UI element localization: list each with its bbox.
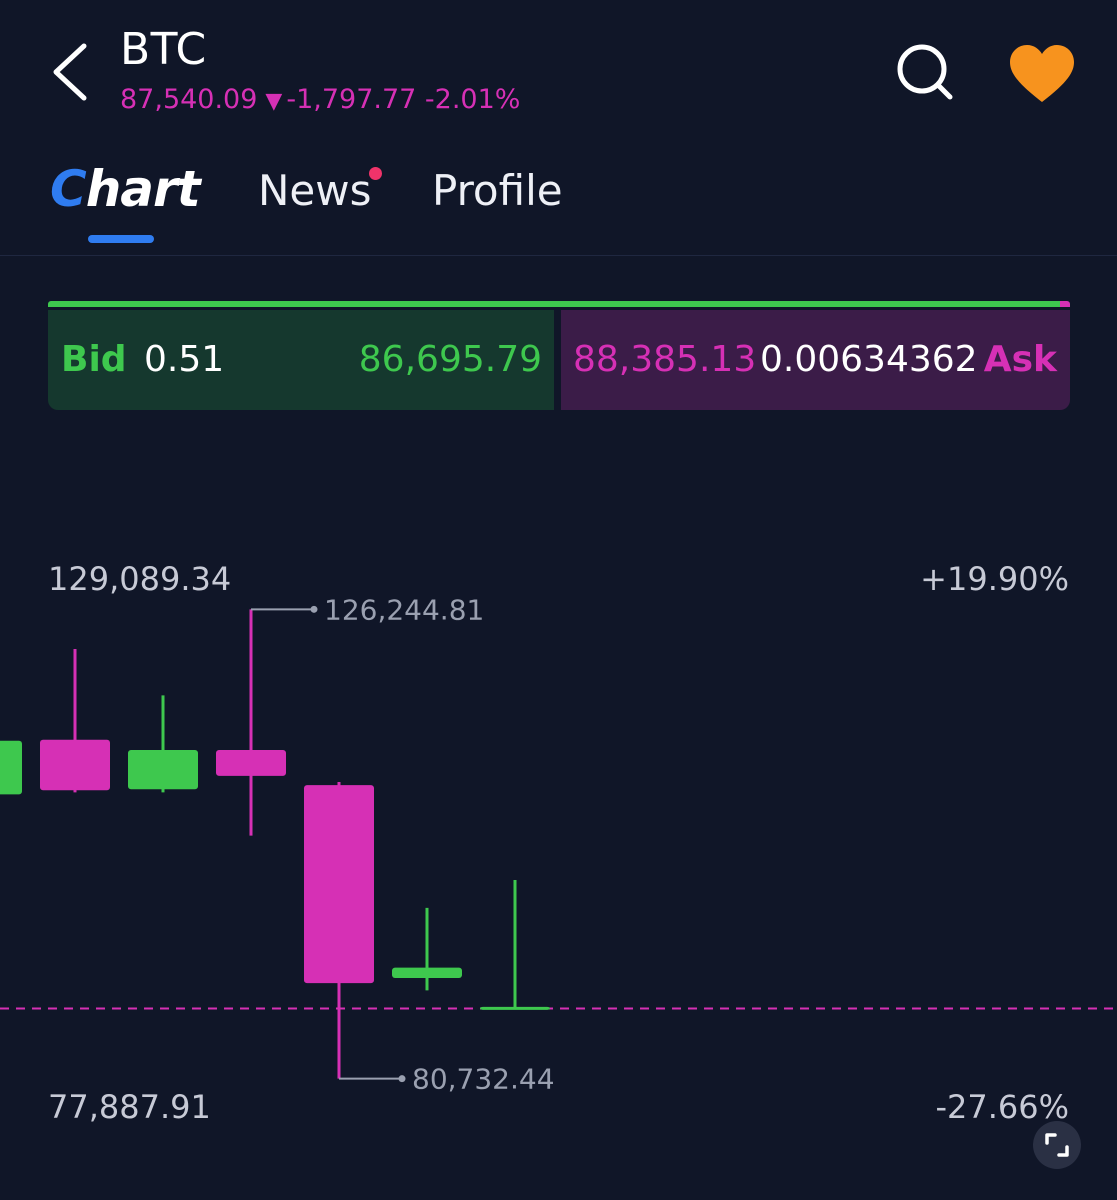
candle-body: [40, 739, 110, 791]
candle-body: [216, 750, 286, 776]
candle-body: [0, 740, 22, 795]
candle-body: [304, 785, 374, 984]
y-axis-max-label: 129,089.34: [48, 560, 232, 598]
high-marker-dot: [310, 605, 318, 613]
high-marker-label: 126,244.81: [324, 593, 484, 626]
candle-body: [480, 1006, 550, 1010]
fullscreen-icon: [1045, 1133, 1069, 1157]
fullscreen-button[interactable]: [1033, 1121, 1081, 1169]
low-marker-label: 80,732.44: [412, 1063, 555, 1096]
y-axis-min-label: 77,887.91: [48, 1088, 211, 1126]
candle-body: [128, 750, 198, 790]
candlestick-chart[interactable]: 126,244.81 80,732.44: [0, 0, 1117, 1200]
btc-detail-screen: BTC 87,540.09 ▼ -1,797.77 -2.01% Chart New…: [0, 0, 1117, 1200]
percent-max-label: +19.90%: [920, 560, 1069, 598]
candle-body: [392, 967, 462, 978]
low-marker-dot: [398, 1075, 406, 1083]
